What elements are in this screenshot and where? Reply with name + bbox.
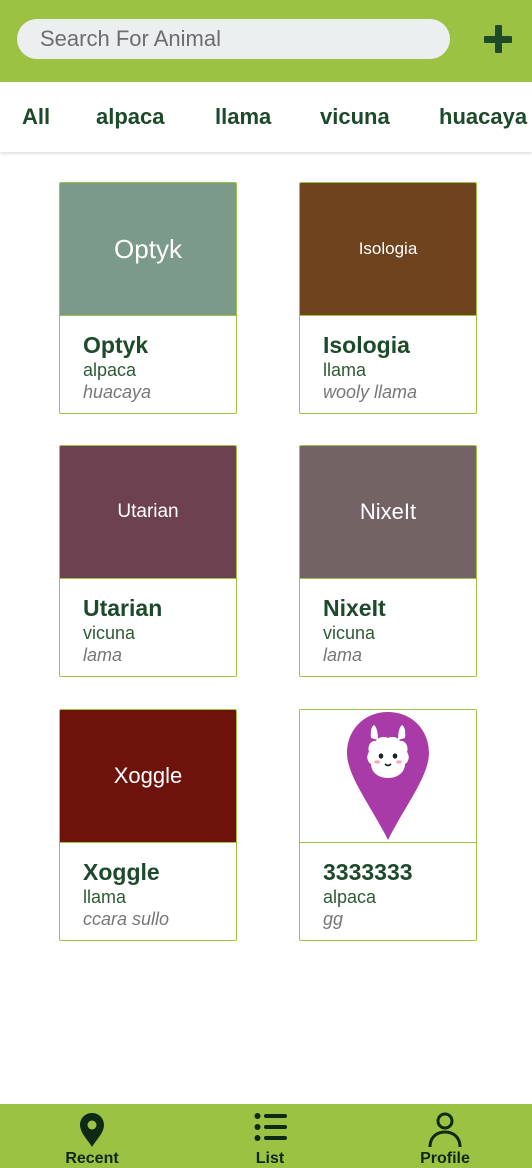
animal-card[interactable]: NixeIt NixeIt vicuna lama [299,445,477,677]
card-image-text: Optyk [114,233,182,264]
card-type: vicuna [323,623,376,643]
top-bar [0,0,532,82]
nav-label: List [255,1150,285,1167]
animal-card[interactable]: Xoggle Xoggle llama ccara sullo [59,709,237,941]
card-breed: huacaya [83,382,152,402]
person-icon [428,1112,462,1148]
card-image: NixeIt [300,446,476,579]
category-tabs: All alpaca llama vicuna huacaya [0,82,532,152]
animal-card[interactable]: Isologia Isologia llama wooly llama [299,182,477,414]
tab-vicuna[interactable]: vicuna [320,104,390,130]
card-breed: gg [323,909,344,929]
nav-label: Profile [420,1150,470,1167]
card-breed: lama [83,645,123,665]
nav-profile[interactable]: Profile [405,1104,485,1168]
bottom-navigation: Recent List Profile [0,1104,532,1168]
card-type: llama [323,360,367,380]
search-input[interactable] [17,19,450,59]
card-breed: lama [323,645,363,665]
card-image-text: Isologia [358,239,418,258]
card-breed: wooly llama [323,382,418,402]
llama-location-pin-icon [347,712,429,840]
card-name: Isologia [323,332,410,358]
card-image-text: NixeIt [359,499,417,524]
card-name: Utarian [83,595,163,621]
nav-recent[interactable]: Recent [52,1104,132,1168]
card-image: Optyk [60,183,236,316]
card-image: Utarian [60,446,236,579]
card-name: Optyk [83,332,149,358]
card-image: Isologia [300,183,476,316]
tab-llama[interactable]: llama [215,104,271,130]
card-type: alpaca [323,887,377,907]
animal-card[interactable]: 3333333 alpaca gg [299,709,477,941]
animal-card[interactable]: Optyk Optyk alpaca huacaya [59,182,237,414]
card-type: alpaca [83,360,137,380]
card-image-text: Xoggle [113,763,183,788]
animal-card[interactable]: Utarian Utarian vicuna lama [59,445,237,677]
card-breed: ccara sullo [83,909,170,929]
card-name: Xoggle [83,859,160,885]
card-name: NixeIt [323,595,386,621]
card-type: llama [83,887,127,907]
list-icon [254,1113,287,1141]
location-pin-icon [80,1113,104,1147]
add-animal-icon[interactable] [482,23,514,55]
tab-huacaya[interactable]: huacaya [439,104,527,130]
tab-alpaca[interactable]: alpaca [96,104,165,130]
nav-list[interactable]: List [230,1104,310,1168]
card-image: Xoggle [60,710,236,843]
card-type: vicuna [83,623,136,643]
nav-label: Recent [65,1150,119,1167]
card-image-text: Utarian [117,501,179,522]
tab-all[interactable]: All [22,104,50,130]
card-name: 3333333 [323,859,413,885]
card-image [300,710,476,843]
